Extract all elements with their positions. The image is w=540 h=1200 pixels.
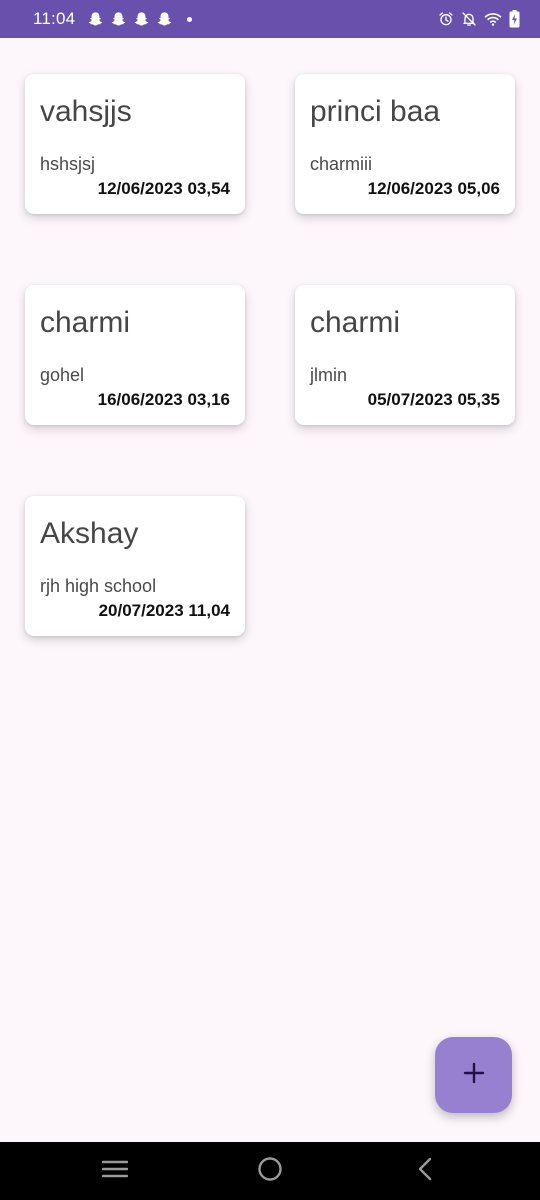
note-date: 12/06/2023 05,06 (367, 179, 500, 198)
note-title: charmi (310, 306, 401, 339)
wifi-icon (484, 11, 502, 27)
recents-button[interactable] (75, 1142, 155, 1200)
note-card[interactable]: vahsjjs hshsjsj 12/06/2023 03,54 (25, 74, 245, 214)
snapchat-icon (87, 11, 104, 28)
snapchat-icon (133, 11, 150, 28)
note-date: 12/06/2023 03,54 (97, 179, 230, 198)
note-title: vahsjjs (40, 95, 132, 128)
status-bar: 11:04 (0, 0, 540, 38)
notifications-off-icon (461, 11, 477, 27)
home-button[interactable] (230, 1142, 310, 1200)
alarm-icon (438, 11, 454, 27)
status-time: 11:04 (33, 9, 76, 28)
home-icon (257, 1156, 283, 1187)
note-description: jlmin (310, 365, 348, 385)
note-date: 20/07/2023 11,04 (98, 601, 230, 620)
note-card[interactable]: princi baa charmiii 12/06/2023 05,06 (295, 74, 515, 214)
note-date: 05/07/2023 05,35 (367, 390, 500, 409)
battery-charging-icon (509, 10, 520, 28)
note-description: charmiii (310, 154, 373, 174)
recents-icon (101, 1159, 129, 1184)
note-title: charmi (40, 306, 131, 339)
note-card[interactable]: Akshay rjh high school 20/07/2023 11,04 (25, 496, 245, 636)
note-description: gohel (40, 365, 85, 385)
back-button[interactable] (385, 1142, 465, 1200)
more-notifications-dot (187, 16, 193, 22)
note-description: rjh high school (40, 576, 157, 596)
note-description: hshsjsj (40, 154, 96, 174)
note-title: Akshay (40, 517, 139, 550)
snapchat-icon (110, 11, 127, 28)
navigation-bar (0, 1142, 540, 1200)
add-note-button[interactable] (435, 1037, 512, 1113)
note-title: princi baa (310, 95, 441, 128)
note-card[interactable]: charmi jlmin 05/07/2023 05,35 (295, 285, 515, 425)
note-date: 16/06/2023 03,16 (97, 390, 230, 409)
notification-icons (87, 11, 193, 28)
note-card[interactable]: charmi gohel 16/06/2023 03,16 (25, 285, 245, 425)
snapchat-icon (156, 11, 173, 28)
system-icons (438, 10, 520, 28)
plus-icon (462, 1061, 486, 1090)
back-icon (416, 1157, 434, 1186)
